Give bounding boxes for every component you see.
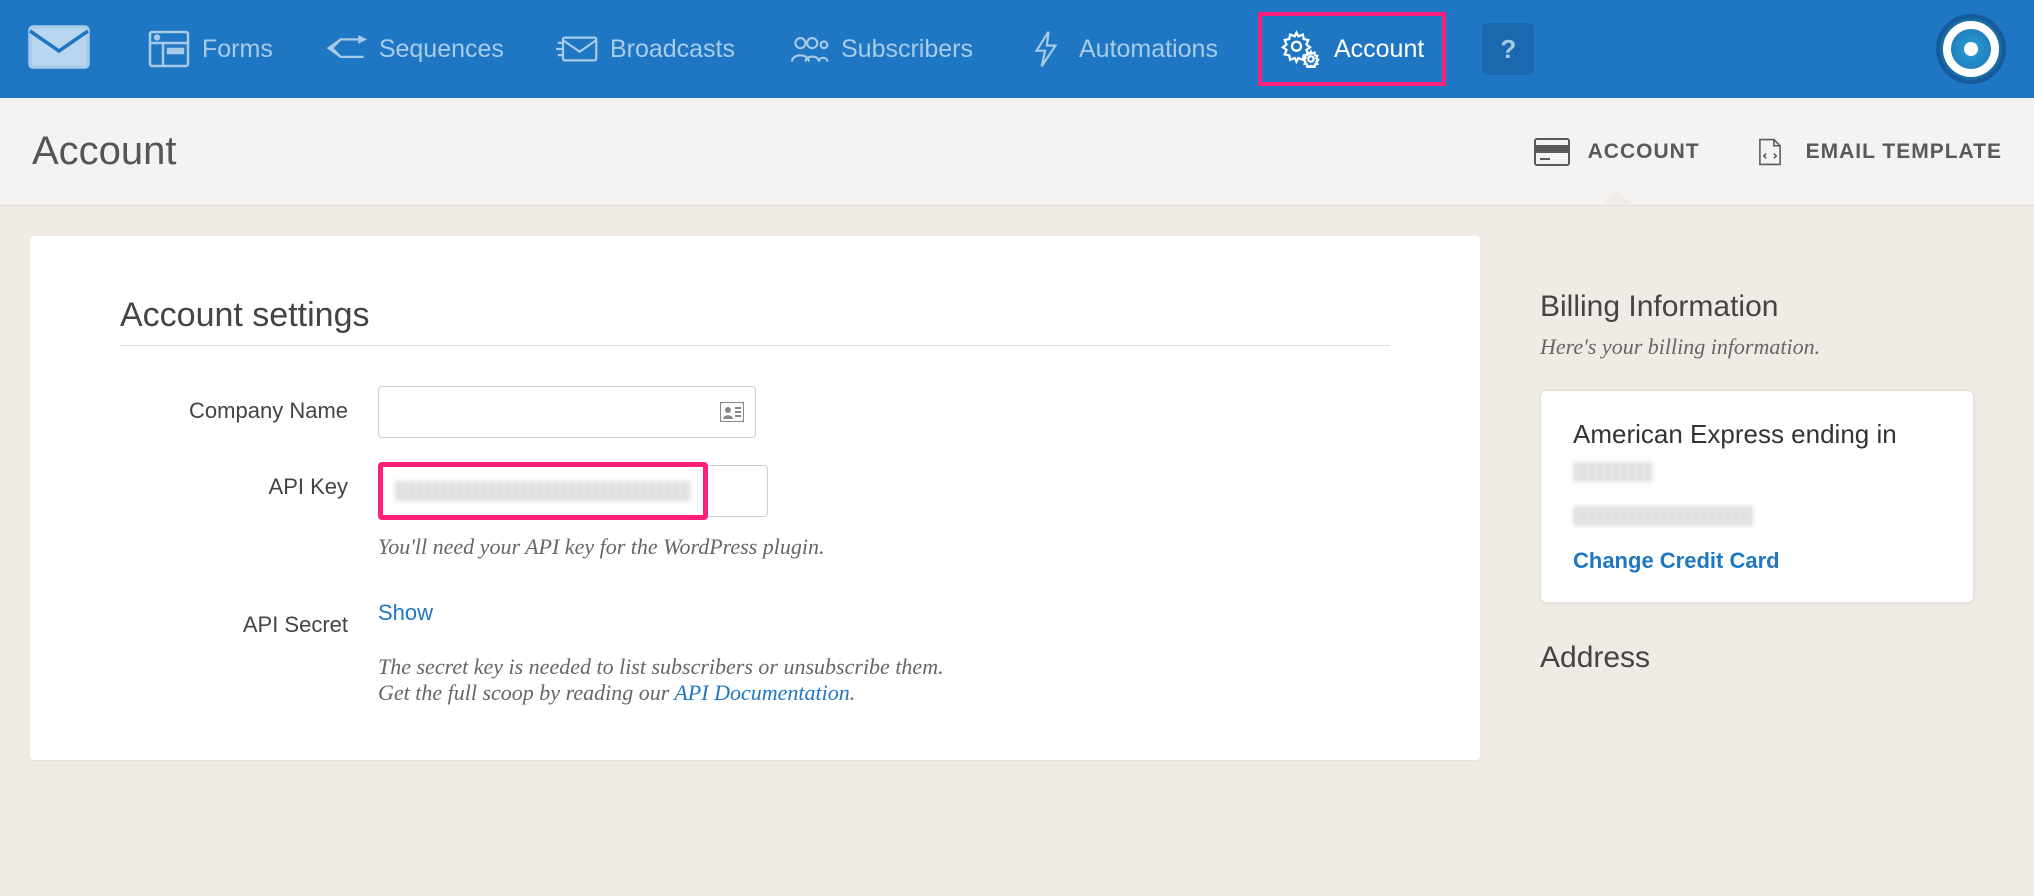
api-secret-label: API Secret <box>120 600 378 638</box>
tab-email-template[interactable]: EMAIL TEMPLATE <box>1752 138 2002 166</box>
contact-card-icon <box>720 402 744 422</box>
company-name-row: Company Name <box>120 386 1390 438</box>
logo-icon[interactable] <box>28 25 90 74</box>
nav-label: Forms <box>202 35 273 64</box>
tab-label: EMAIL TEMPLATE <box>1806 140 2002 164</box>
company-name-input[interactable] <box>378 386 756 438</box>
api-documentation-link[interactable]: API Documentation <box>674 680 849 705</box>
nav-forms[interactable]: Forms <box>136 22 285 76</box>
api-key-display <box>378 462 708 520</box>
company-name-label: Company Name <box>120 386 378 424</box>
billing-subtitle: Here's your billing information. <box>1540 334 1974 360</box>
top-nav: Forms Sequences Broadcasts Subscribers <box>0 0 2034 98</box>
api-key-label: API Key <box>120 462 378 500</box>
nav-label: Automations <box>1079 35 1218 64</box>
nav-subscribers[interactable]: Subscribers <box>775 22 985 76</box>
address-title: Address <box>1540 641 1974 675</box>
billing-title: Billing Information <box>1540 290 1974 324</box>
nav-account[interactable]: Account <box>1258 12 1446 86</box>
nav-label: Broadcasts <box>610 35 735 64</box>
nav-label: Sequences <box>379 35 504 64</box>
billing-card-box: American Express ending in Change Credit… <box>1540 390 1974 603</box>
gear-icon <box>1280 30 1322 68</box>
nav-label: Account <box>1334 35 1424 64</box>
nav-sequences[interactable]: Sequences <box>313 22 516 76</box>
change-credit-card-link[interactable]: Change Credit Card <box>1573 548 1780 574</box>
help-button[interactable]: ? <box>1482 23 1534 75</box>
card-icon <box>1534 138 1570 166</box>
help-icon: ? <box>1500 34 1516 65</box>
api-key-input-remainder <box>708 465 768 517</box>
redacted-card-detail <box>1573 506 1753 526</box>
file-code-icon <box>1752 138 1788 166</box>
tab-account[interactable]: ACCOUNT <box>1534 138 1700 166</box>
redacted-card-number <box>1573 462 1653 482</box>
api-secret-help-2c: . <box>850 680 856 705</box>
page-title: Account <box>32 129 177 174</box>
main-panel: Account settings Company Name <box>30 236 1480 760</box>
divider <box>120 345 1390 346</box>
section-title: Account settings <box>120 296 1390 335</box>
api-secret-help-1: The secret key is needed to list subscri… <box>378 654 944 679</box>
api-secret-help-2a: Get the full scoop by reading our <box>378 680 674 705</box>
api-key-help: You'll need your API key for the WordPre… <box>378 534 1390 560</box>
page-header: Account ACCOUNT EMAIL TEMPLATE <box>0 98 2034 206</box>
avatar[interactable] <box>1936 14 2006 84</box>
api-secret-show-link[interactable]: Show <box>378 600 433 625</box>
nav-automations[interactable]: Automations <box>1013 22 1230 76</box>
api-secret-row: API Secret Show The secret key is needed… <box>120 600 1390 706</box>
api-key-row: API Key You'll need your API key for the… <box>120 462 1390 560</box>
tab-label: ACCOUNT <box>1588 140 1700 164</box>
card-title: American Express ending in <box>1573 419 1941 450</box>
side-panel: Billing Information Here's your billing … <box>1510 236 2004 760</box>
nav-label: Subscribers <box>841 35 973 64</box>
content: Account settings Company Name <box>0 206 2034 790</box>
nav-broadcasts[interactable]: Broadcasts <box>544 22 747 76</box>
